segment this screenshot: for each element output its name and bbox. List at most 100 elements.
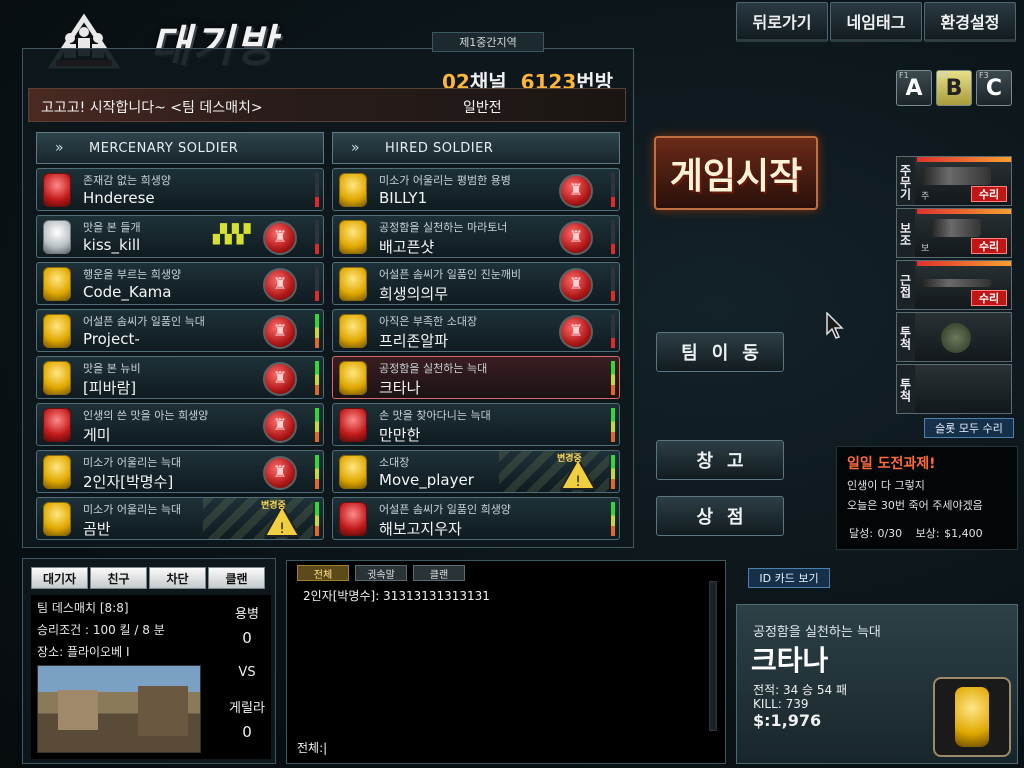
player-slot[interactable]: 손 맛을 찾아다니는 늑대 만만한 <box>332 403 620 446</box>
chat-tab-all[interactable]: 전체 <box>297 565 349 581</box>
settings-button[interactable]: 환경설정 <box>924 2 1016 42</box>
room-mode: 일반전 <box>463 100 502 116</box>
dogtag-icon <box>43 502 71 536</box>
repair-button[interactable]: 수리 <box>971 238 1007 254</box>
knife-icon <box>921 279 991 287</box>
room-title: 고고고! 시작합니다~ <팀 데스매치> <box>41 100 263 116</box>
repair-button[interactable]: 수리 <box>971 186 1007 202</box>
player-slot[interactable]: 어설픈 솜씨가 일품인 늑대 Project- <box>36 309 324 352</box>
player-slot[interactable]: 아직은 부족한 소대장 프리존알파 <box>332 309 620 352</box>
chat-tab-clan[interactable]: 클랜 <box>413 565 465 581</box>
dogtag-icon <box>339 220 367 254</box>
player-slot[interactable]: 어설픈 솜씨가 일품인 희생양 해보고지우자 <box>332 497 620 540</box>
ping-indicator <box>315 408 319 442</box>
player-slot[interactable]: 어설픈 솜씨가 일품인 진눈깨비 희생의의무 <box>332 262 620 305</box>
ping-indicator <box>611 314 615 348</box>
top-nav: 뒤로가기 네임태그 환경설정 <box>736 2 1016 42</box>
primary-weapon-slot[interactable]: 주무기 주 수리 <box>896 156 1012 206</box>
melee-weapon-slot[interactable]: 근접 수리 <box>896 260 1012 310</box>
clan-mark-icon: ▞▞▞ <box>213 224 251 245</box>
changing-badge: 변경중 <box>261 501 286 511</box>
grenade-icon <box>941 323 971 353</box>
tab-clan[interactable]: 클랜 <box>208 567 265 589</box>
not-ready-icon <box>263 362 297 396</box>
not-ready-icon <box>559 221 593 255</box>
lobby-panel: 대기자 친구 차단 클랜 팀 데스매치 [8:8] 승리조건 : 100 킬 /… <box>22 558 276 764</box>
not-ready-icon <box>263 221 297 255</box>
not-ready-icon <box>263 268 297 302</box>
ping-indicator <box>315 220 319 254</box>
team-header-hired: » HIRED SOLDIER <box>332 132 620 164</box>
dogtag-icon <box>339 361 367 395</box>
region-label: 제1중간지역 <box>432 32 544 52</box>
map-preview <box>37 665 201 753</box>
svg-text:!: ! <box>279 521 285 537</box>
chat-message: 2인자[박명수]: 31313131313131 <box>303 589 490 603</box>
team-b-score: 0 <box>242 723 252 741</box>
repair-all-button[interactable]: 슬롯 모두 수리 <box>924 418 1014 438</box>
dogtag-icon <box>339 267 367 301</box>
chat-scrollbar[interactable] <box>709 581 717 731</box>
loadout-b-button[interactable]: F2 B <box>936 70 972 106</box>
player-slot[interactable]: 행운을 부르는 희생양 Code_Kama <box>36 262 324 305</box>
ping-indicator <box>315 314 319 348</box>
chat-input[interactable]: 전체:| <box>297 739 327 756</box>
player-slot[interactable]: 맛을 본 뉴비 [피바람] <box>36 356 324 399</box>
dogtag-icon <box>43 267 71 301</box>
player-slot[interactable]: 맛을 본 들개 kiss_kill ▞▞▞ <box>36 215 324 258</box>
player-slot[interactable]: 미소가 어울리는 평범한 용병 BILLY1 <box>332 168 620 211</box>
dogtag-icon <box>339 408 367 442</box>
daily-challenge: 일일 도전과제! 인생이 다 그렇지 오늘은 30번 죽어 주세야겠음 달성: … <box>836 446 1018 550</box>
repair-button[interactable]: 수리 <box>971 290 1007 306</box>
ping-indicator <box>611 455 615 489</box>
player-slot[interactable]: 미소가 어울리는 늑대 곰반 ! 변경중 <box>36 497 324 540</box>
shop-button[interactable]: 상점 <box>656 496 784 536</box>
ping-indicator <box>611 267 615 301</box>
chat-tab-whisper[interactable]: 귓속말 <box>355 565 407 581</box>
team-move-button[interactable]: 팀이동 <box>656 332 784 372</box>
player-slot[interactable]: 공정함을 실천하는 마라토너 배고픈샷 <box>332 215 620 258</box>
changing-badge: 변경중 <box>557 454 582 464</box>
player-slot[interactable]: 존재감 없는 희생양 Hnderese <box>36 168 324 211</box>
dogtag-icon <box>339 173 367 207</box>
not-ready-icon <box>559 174 593 208</box>
throwable-slot-1[interactable]: 투척 <box>896 312 1012 362</box>
not-ready-icon <box>263 315 297 349</box>
tab-friends[interactable]: 친구 <box>90 567 147 589</box>
player-slot[interactable]: 소대장 Move_player ! 변경중 <box>332 450 620 493</box>
ping-indicator <box>315 267 319 301</box>
storage-button[interactable]: 창고 <box>656 440 784 480</box>
dogtag-icon <box>43 173 71 207</box>
ping-indicator <box>315 361 319 395</box>
tab-waiting[interactable]: 대기자 <box>31 567 88 589</box>
not-ready-icon <box>559 268 593 302</box>
game-start-button[interactable]: 게임시작 <box>654 136 818 210</box>
player-slot-self[interactable]: 공정함을 실천하는 늑대 크타나 <box>332 356 620 399</box>
loadout-c-button[interactable]: F3 C <box>976 70 1012 106</box>
player-slot[interactable]: 미소가 어울리는 늑대 2인자[박명수] <box>36 450 324 493</box>
ping-indicator <box>611 361 615 395</box>
chevron-right-icon: » <box>351 140 361 156</box>
room-title-bar: 고고고! 시작합니다~ <팀 데스매치> 일반전 <box>28 88 626 122</box>
nametag-button[interactable]: 네임태그 <box>830 2 922 42</box>
not-ready-icon <box>263 456 297 490</box>
loadout-a-button[interactable]: F1 A <box>896 70 932 106</box>
dogtag-icon <box>933 677 1011 757</box>
dogtag-icon <box>339 455 367 489</box>
dogtag-icon <box>339 314 367 348</box>
ping-indicator <box>315 173 319 207</box>
win-condition: 승리조건 : 100 킬 / 8 분 <box>37 623 165 637</box>
tab-blocked[interactable]: 차단 <box>149 567 206 589</box>
mouse-cursor-icon <box>826 312 844 339</box>
back-button[interactable]: 뒤로가기 <box>736 2 828 42</box>
ping-indicator <box>315 502 319 536</box>
secondary-weapon-slot[interactable]: 보조 보 수리 <box>896 208 1012 258</box>
player-slot[interactable]: 인생의 쓴 맛을 아는 희생양 게미 <box>36 403 324 446</box>
id-card-button[interactable]: ID 카드 보기 <box>748 568 830 588</box>
pistol-icon <box>931 219 981 237</box>
throwable-slot-2[interactable]: 투척 <box>896 364 1012 414</box>
dogtag-icon <box>43 314 71 348</box>
loadout-selector: F1 A F2 B F3 C <box>896 70 1012 106</box>
ping-indicator <box>611 408 615 442</box>
chat-panel: 전체 귓속말 클랜 2인자[박명수]: 31313131313131 전체:| <box>286 560 726 764</box>
